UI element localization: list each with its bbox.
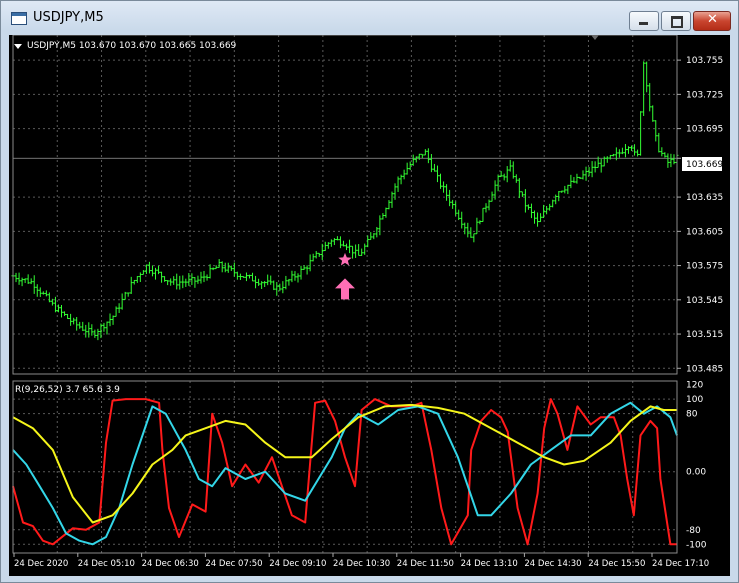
terminal-window: USDJPY,M5 ✕ 103.755 103.725 103.695 103.635… [0, 0, 739, 583]
price-tick-label: 103.725 [686, 90, 723, 100]
axes: 103.755 103.725 103.695 103.635 103.605 103.5… [12, 34, 723, 569]
time-axis-label: 24 Dec 17:10 [652, 559, 709, 569]
trade-markers [335, 252, 355, 300]
price-tick-label: 103.635 [686, 193, 723, 203]
time-axis-label: 24 Dec 06:30 [142, 559, 199, 569]
symbol-dropdown-icon[interactable] [14, 44, 22, 49]
price-tick-label: 103.605 [686, 227, 723, 237]
star-marker-icon [338, 252, 352, 266]
indicator-lines [12, 398, 678, 546]
time-axis-label: 24 Dec 05:10 [78, 559, 135, 569]
price-tick-label: 103.695 [686, 125, 723, 135]
title-bar[interactable]: USDJPY,M5 ✕ [1, 1, 738, 35]
main-header: USDJPY,M5 103.670 103.670 103.665 103.66… [27, 41, 237, 51]
time-axis-label: 24 Dec 07:50 [205, 559, 262, 569]
price-tick-label: 103.755 [686, 56, 723, 66]
time-axis-label: 24 Dec 09:10 [269, 559, 326, 569]
maximize-icon [671, 16, 683, 28]
chart-shift-icon[interactable] [591, 35, 599, 40]
indicator-tick-label: 0.00 [686, 468, 706, 478]
indicator-header: R(9,26,52) 3.7 65.6 3.9 [15, 385, 120, 395]
chart-canvas[interactable]: 103.755 103.725 103.695 103.635 103.605 103.5… [9, 34, 730, 576]
indicator-series-2 [12, 401, 678, 546]
indicator-series-3 [12, 403, 677, 524]
time-axis-label: 24 Dec 15:50 [588, 559, 645, 569]
price-tick-label: 103.515 [686, 330, 723, 340]
indicator-tick-label: -80 [686, 526, 701, 536]
close-button[interactable]: ✕ [693, 11, 731, 31]
current-price-label: 103.669 [686, 160, 723, 170]
minimize-icon [639, 22, 648, 25]
indicator-tick-label: 80 [686, 410, 698, 420]
chart-area[interactable]: 103.755 103.725 103.695 103.635 103.605 103.5… [9, 34, 730, 576]
price-tick-label: 103.545 [686, 296, 723, 306]
close-icon: ✕ [707, 12, 718, 27]
indicator-tick-label: -100 [686, 540, 707, 550]
maximize-button[interactable] [661, 11, 691, 31]
chart-window-icon [11, 12, 27, 25]
minimize-button[interactable] [629, 11, 659, 31]
up-arrow-marker-icon [335, 278, 355, 300]
window-title: USDJPY,M5 [33, 10, 104, 25]
time-axis-label: 24 Dec 13:10 [461, 559, 518, 569]
price-tick-label: 103.485 [686, 364, 723, 374]
time-axis-label: 24 Dec 14:30 [524, 559, 581, 569]
indicator-tick-label: 100 [686, 395, 703, 405]
indicator-tick-label: 120 [686, 381, 703, 391]
price-tick-label: 103.575 [686, 262, 723, 272]
time-axis-label: 24 Dec 2020 [14, 559, 68, 569]
time-axis-label: 24 Dec 10:30 [333, 559, 390, 569]
time-axis-label: 24 Dec 11:50 [397, 559, 454, 569]
